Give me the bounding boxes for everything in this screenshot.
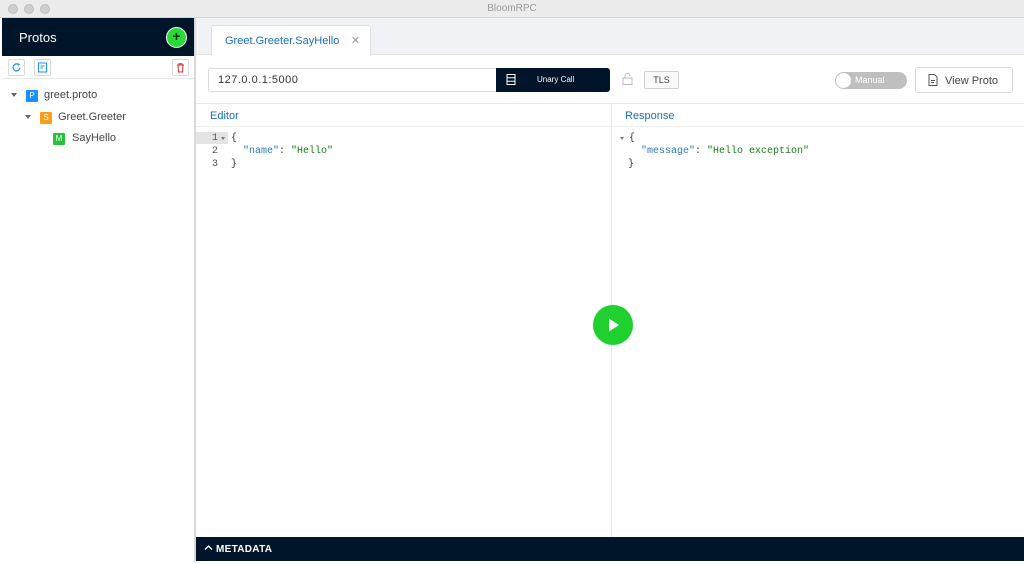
unary-call-button[interactable]: Unary Call bbox=[496, 68, 610, 92]
line-number: 3 bbox=[212, 159, 219, 170]
tree-item-greet-greeter[interactable]: S Greet.Greeter bbox=[2, 108, 194, 130]
reload-protos-button[interactable] bbox=[8, 59, 25, 76]
tab-greet-greeter-sayhello[interactable]: Greet.Greeter.SayHello ✕ bbox=[211, 25, 371, 56]
view-proto-label: View Proto bbox=[945, 75, 998, 87]
import-icon bbox=[38, 62, 47, 73]
toggle-knob bbox=[836, 73, 851, 88]
json-key: "name" bbox=[243, 146, 280, 157]
service-icon: S bbox=[40, 111, 52, 124]
tree-item-label: greet.proto bbox=[44, 89, 98, 101]
window-title: BloomRPC bbox=[487, 3, 537, 14]
sidebar-toolbar bbox=[2, 56, 194, 79]
tls-button[interactable]: TLS bbox=[644, 71, 679, 89]
code-line: "name": "Hello" bbox=[243, 146, 333, 157]
file-icon bbox=[928, 74, 938, 86]
play-icon bbox=[609, 318, 619, 332]
proto-file-icon: P bbox=[26, 90, 38, 102]
tab-bar: Greet.Greeter.SayHello ✕ bbox=[196, 18, 1024, 56]
manual-toggle[interactable]: Manual bbox=[835, 72, 907, 89]
unlock-icon[interactable] bbox=[622, 73, 633, 85]
tree-item-greet-proto[interactable]: P greet.proto bbox=[2, 86, 194, 108]
json-separator: : bbox=[279, 146, 292, 157]
tab-label: Greet.Greeter.SayHello bbox=[225, 35, 340, 47]
trash-icon bbox=[177, 63, 184, 73]
sidebar-header: Protos + bbox=[2, 18, 194, 56]
delete-protos-button[interactable] bbox=[172, 59, 189, 76]
request-toolbar: Unary Call TLS Manual View Proto bbox=[196, 55, 1024, 104]
fold-caret-icon[interactable] bbox=[221, 137, 225, 140]
code-line: "message": "Hello exception" bbox=[641, 146, 809, 157]
json-separator: : bbox=[695, 146, 708, 157]
caret-down-icon[interactable] bbox=[11, 93, 17, 97]
send-request-button[interactable] bbox=[593, 305, 633, 345]
code-line: { bbox=[629, 133, 636, 144]
plus-icon: + bbox=[172, 28, 181, 44]
database-icon bbox=[506, 74, 516, 85]
response-header: Response bbox=[612, 104, 1024, 127]
reload-icon bbox=[12, 63, 21, 72]
response-title: Response bbox=[625, 110, 675, 122]
chevron-up-icon bbox=[204, 545, 213, 550]
tree-item-label: Greet.Greeter bbox=[58, 110, 126, 123]
editor-header: Editor bbox=[196, 104, 611, 127]
metadata-label: METADATA bbox=[216, 544, 273, 555]
code-line: { bbox=[231, 133, 238, 144]
tree-item-sayhello[interactable]: M SayHello bbox=[2, 129, 194, 151]
metadata-bar[interactable]: METADATA bbox=[196, 537, 1024, 561]
sidebar: Protos + P greet.proto S Greet.Greeter M… bbox=[2, 18, 196, 562]
method-icon: M bbox=[53, 133, 65, 145]
tree-item-label: SayHello bbox=[72, 132, 117, 144]
toggle-label: Manual bbox=[855, 75, 885, 85]
json-value: "Hello exception" bbox=[707, 146, 810, 157]
import-protos-button[interactable] bbox=[34, 59, 51, 76]
close-icon[interactable]: ✕ bbox=[351, 34, 360, 47]
editor-title: Editor bbox=[210, 110, 239, 122]
json-value: "Hello" bbox=[291, 146, 334, 157]
window-titlebar: BloomRPC bbox=[0, 0, 1024, 18]
caret-down-icon[interactable] bbox=[25, 114, 31, 119]
line-number: 2 bbox=[212, 146, 219, 157]
line-number: 1 bbox=[212, 133, 219, 144]
call-type-label: Unary Call bbox=[537, 75, 575, 84]
view-proto-button[interactable]: View Proto bbox=[915, 67, 1013, 93]
json-key: "message" bbox=[641, 146, 696, 157]
main-panel: Greet.Greeter.SayHello ✕ Unary Call TLS … bbox=[196, 18, 1024, 564]
proto-tree: P greet.proto S Greet.Greeter M SayHello bbox=[2, 79, 194, 151]
add-proto-button[interactable]: + bbox=[166, 27, 187, 48]
sidebar-title: Protos bbox=[19, 30, 57, 45]
code-line: } bbox=[628, 159, 635, 170]
server-url-input[interactable] bbox=[208, 68, 498, 92]
fold-caret-icon[interactable] bbox=[620, 137, 624, 140]
code-line: } bbox=[231, 159, 238, 170]
